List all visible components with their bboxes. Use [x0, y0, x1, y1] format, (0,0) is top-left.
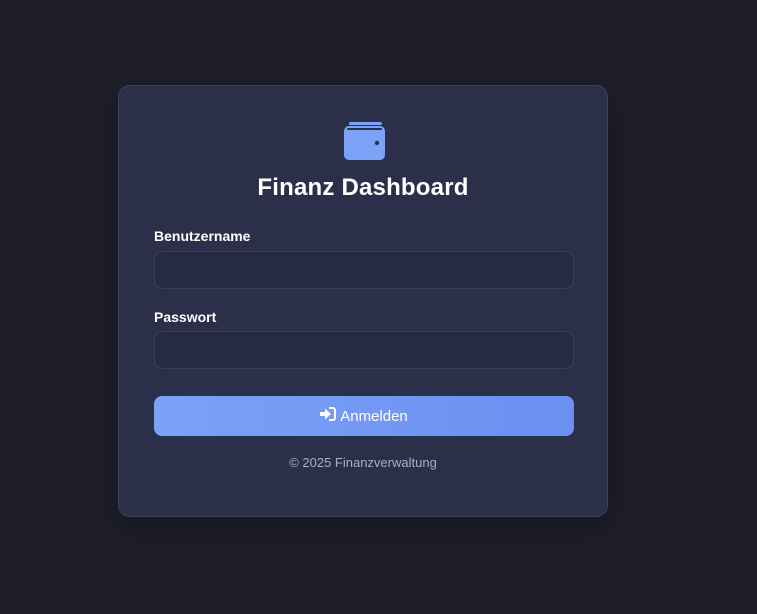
username-field[interactable]: [154, 251, 574, 289]
page-title: Finanz Dashboard: [257, 174, 469, 201]
footer-copyright: © 2025 Finanzverwaltung: [289, 455, 437, 470]
password-field[interactable]: [154, 331, 574, 369]
sign-in-icon: [320, 407, 337, 425]
login-card: Finanz Dashboard Benutzername Passwort A…: [118, 85, 608, 517]
login-button-label: Anmelden: [340, 407, 408, 425]
login-button[interactable]: Anmelden: [154, 396, 574, 436]
username-label: Benutzername: [154, 228, 251, 244]
password-label: Passwort: [154, 309, 217, 325]
wallet-icon: [344, 122, 385, 160]
